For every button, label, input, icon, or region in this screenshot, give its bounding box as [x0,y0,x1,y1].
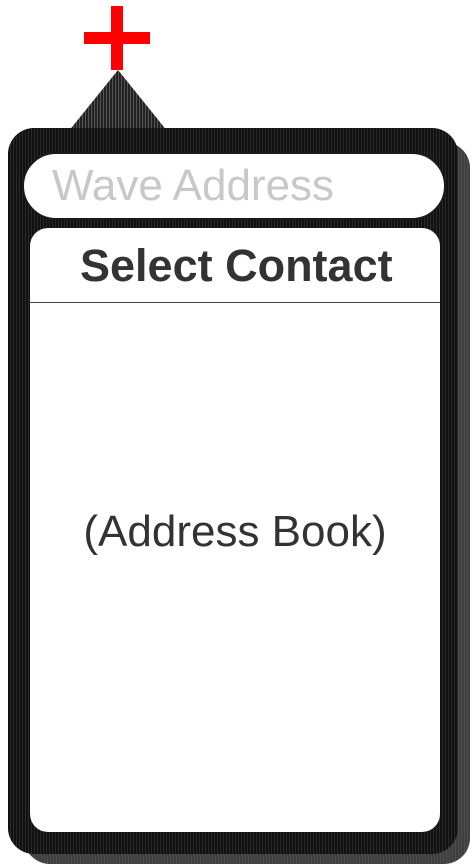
wave-address-popup: Select Contact (Address Book) [0,0,472,868]
address-book-list[interactable]: (Address Book) [30,303,440,832]
select-contact-card: Select Contact (Address Book) [30,228,440,832]
wave-address-input[interactable] [22,152,446,220]
card-header: Select Contact [30,228,440,303]
plus-icon-crossbar [84,32,150,44]
add-contact-button[interactable] [84,6,150,72]
card-title: Select Contact [80,240,393,291]
address-book-placeholder: (Address Book) [83,507,387,556]
popup-pointer [68,70,168,132]
